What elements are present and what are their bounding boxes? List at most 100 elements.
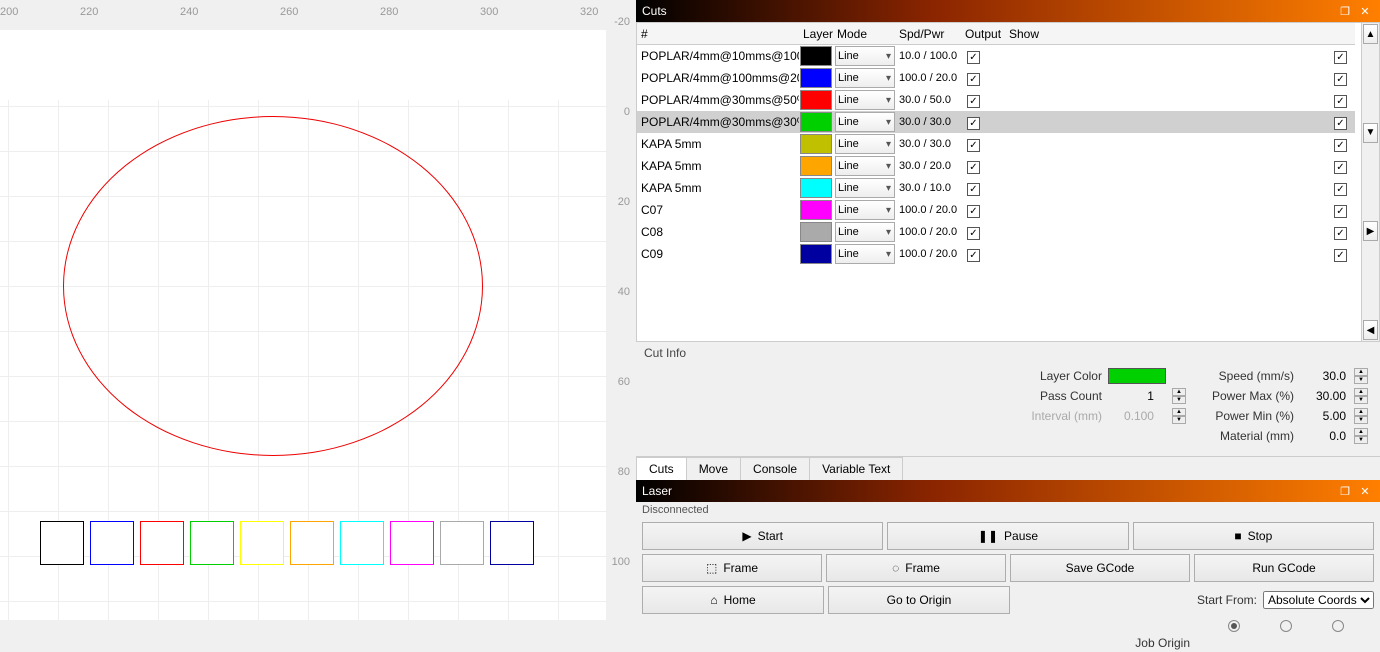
- restore-icon[interactable]: ❐: [1336, 3, 1354, 19]
- cut-layer-swatch[interactable]: [800, 178, 832, 198]
- pause-button[interactable]: ❚❚Pause: [887, 522, 1128, 550]
- cut-show-checkbox[interactable]: ✓: [1334, 117, 1347, 130]
- cut-mode-select[interactable]: Line: [835, 112, 895, 132]
- cut-output-checkbox[interactable]: ✓: [967, 205, 980, 218]
- palette-swatch[interactable]: [140, 521, 184, 565]
- cut-show-checkbox[interactable]: ✓: [1334, 51, 1347, 64]
- palette-swatch[interactable]: [90, 521, 134, 565]
- frame-circle-button[interactable]: ◌Frame: [826, 554, 1006, 582]
- cuts-row[interactable]: POPLAR/4mm@30mms@30%Line30.0 / 30.0✓✓: [637, 111, 1355, 133]
- cut-mode-select[interactable]: Line: [835, 222, 895, 242]
- cut-layer-swatch[interactable]: [800, 222, 832, 242]
- speed-spinner[interactable]: ▲▼: [1354, 368, 1368, 384]
- cut-show-checkbox[interactable]: ✓: [1334, 205, 1347, 218]
- cut-output-checkbox[interactable]: ✓: [967, 117, 980, 130]
- scroll-down-button[interactable]: ▼: [1363, 123, 1378, 143]
- palette-swatch[interactable]: [390, 521, 434, 565]
- palette-swatch[interactable]: [440, 521, 484, 565]
- start-button[interactable]: ▶Start: [642, 522, 883, 550]
- cut-mode-select[interactable]: Line: [835, 244, 895, 264]
- cut-show-checkbox[interactable]: ✓: [1334, 183, 1347, 196]
- layer-color-swatch[interactable]: [1108, 368, 1166, 384]
- scroll-up-button[interactable]: ▲: [1363, 24, 1378, 44]
- restore-icon[interactable]: ❐: [1336, 483, 1354, 499]
- save-gcode-button[interactable]: Save GCode: [1010, 554, 1190, 582]
- home-button[interactable]: ⌂Home: [642, 586, 824, 614]
- cuts-row[interactable]: KAPA 5mmLine30.0 / 20.0✓✓: [637, 155, 1355, 177]
- cut-mode-select[interactable]: Line: [835, 200, 895, 220]
- pass-count-spinner[interactable]: ▲▼: [1172, 388, 1186, 404]
- cut-output-checkbox[interactable]: ✓: [967, 183, 980, 196]
- speed-value[interactable]: 30.0: [1300, 369, 1348, 383]
- palette-swatch[interactable]: [490, 521, 534, 565]
- material-value[interactable]: 0.0: [1300, 429, 1348, 443]
- cut-mode-select[interactable]: Line: [835, 178, 895, 198]
- close-icon[interactable]: ✕: [1356, 3, 1374, 19]
- canvas-ellipse[interactable]: [63, 116, 483, 456]
- stop-button[interactable]: ■Stop: [1133, 522, 1374, 550]
- cut-show-checkbox[interactable]: ✓: [1334, 95, 1347, 108]
- cuts-row[interactable]: C09Line100.0 / 20.0✓✓: [637, 243, 1355, 265]
- cut-show-checkbox[interactable]: ✓: [1334, 139, 1347, 152]
- cut-layer-swatch[interactable]: [800, 156, 832, 176]
- col-header-mode[interactable]: Mode: [833, 27, 895, 41]
- cut-layer-swatch[interactable]: [800, 90, 832, 110]
- cut-layer-swatch[interactable]: [800, 46, 832, 66]
- cut-mode-select[interactable]: Line: [835, 134, 895, 154]
- tab-console[interactable]: Console: [740, 457, 810, 480]
- cuts-row[interactable]: KAPA 5mmLine30.0 / 10.0✓✓: [637, 177, 1355, 199]
- go-origin-button[interactable]: Go to Origin: [828, 586, 1010, 614]
- cut-show-checkbox[interactable]: ✓: [1334, 227, 1347, 240]
- power-min-value[interactable]: 5.00: [1300, 409, 1348, 423]
- tab-variable-text[interactable]: Variable Text: [809, 457, 903, 480]
- power-max-spinner[interactable]: ▲▼: [1354, 388, 1368, 404]
- cut-output-checkbox[interactable]: ✓: [967, 249, 980, 262]
- frame-rect-button[interactable]: ⬚Frame: [642, 554, 822, 582]
- cut-layer-swatch[interactable]: [800, 134, 832, 154]
- cut-mode-select[interactable]: Line: [835, 90, 895, 110]
- tab-cuts[interactable]: Cuts: [636, 457, 687, 480]
- cut-show-checkbox[interactable]: ✓: [1334, 161, 1347, 174]
- cut-output-checkbox[interactable]: ✓: [967, 161, 980, 174]
- cut-layer-swatch[interactable]: [800, 112, 832, 132]
- cuts-row[interactable]: C08Line100.0 / 20.0✓✓: [637, 221, 1355, 243]
- palette-swatch[interactable]: [40, 521, 84, 565]
- palette-swatch[interactable]: [240, 521, 284, 565]
- cut-output-checkbox[interactable]: ✓: [967, 51, 980, 64]
- cut-output-checkbox[interactable]: ✓: [967, 73, 980, 86]
- cuts-row[interactable]: POPLAR/4mm@10mms@100%Line10.0 / 100.0✓✓: [637, 45, 1355, 67]
- job-origin-radio-2[interactable]: [1280, 620, 1292, 632]
- scroll-left-button[interactable]: ◀: [1363, 320, 1378, 340]
- palette-swatch[interactable]: [340, 521, 384, 565]
- pass-count-value[interactable]: 1: [1108, 389, 1156, 403]
- job-origin-radio-3[interactable]: [1332, 620, 1344, 632]
- run-gcode-button[interactable]: Run GCode: [1194, 554, 1374, 582]
- cut-layer-swatch[interactable]: [800, 200, 832, 220]
- col-header-name[interactable]: #: [637, 27, 799, 41]
- cuts-row[interactable]: C07Line100.0 / 20.0✓✓: [637, 199, 1355, 221]
- power-min-spinner[interactable]: ▲▼: [1354, 408, 1368, 424]
- cut-output-checkbox[interactable]: ✓: [967, 227, 980, 240]
- cut-show-checkbox[interactable]: ✓: [1334, 249, 1347, 262]
- cut-mode-select[interactable]: Line: [835, 68, 895, 88]
- cut-output-checkbox[interactable]: ✓: [967, 139, 980, 152]
- power-max-value[interactable]: 30.00: [1300, 389, 1348, 403]
- col-header-layer[interactable]: Layer: [799, 27, 833, 41]
- cuts-row[interactable]: POPLAR/4mm@30mms@50%Line30.0 / 50.0✓✓: [637, 89, 1355, 111]
- palette-swatch[interactable]: [190, 521, 234, 565]
- cut-mode-select[interactable]: Line: [835, 46, 895, 66]
- col-header-output[interactable]: Output: [961, 27, 1005, 41]
- col-header-show[interactable]: Show: [1005, 27, 1355, 41]
- tab-move[interactable]: Move: [686, 457, 741, 480]
- cut-layer-swatch[interactable]: [800, 68, 832, 88]
- cut-show-checkbox[interactable]: ✓: [1334, 73, 1347, 86]
- cuts-row[interactable]: POPLAR/4mm@100mms@20%Line100.0 / 20.0✓✓: [637, 67, 1355, 89]
- material-spinner[interactable]: ▲▼: [1354, 428, 1368, 444]
- start-from-select[interactable]: Absolute Coords: [1263, 591, 1374, 609]
- canvas[interactable]: 200220240260280300320 -20020406080100: [0, 0, 636, 620]
- palette-swatch[interactable]: [290, 521, 334, 565]
- close-icon[interactable]: ✕: [1356, 483, 1374, 499]
- scroll-right-button[interactable]: ▶: [1363, 221, 1378, 241]
- cut-layer-swatch[interactable]: [800, 244, 832, 264]
- col-header-spd[interactable]: Spd/Pwr: [895, 27, 961, 41]
